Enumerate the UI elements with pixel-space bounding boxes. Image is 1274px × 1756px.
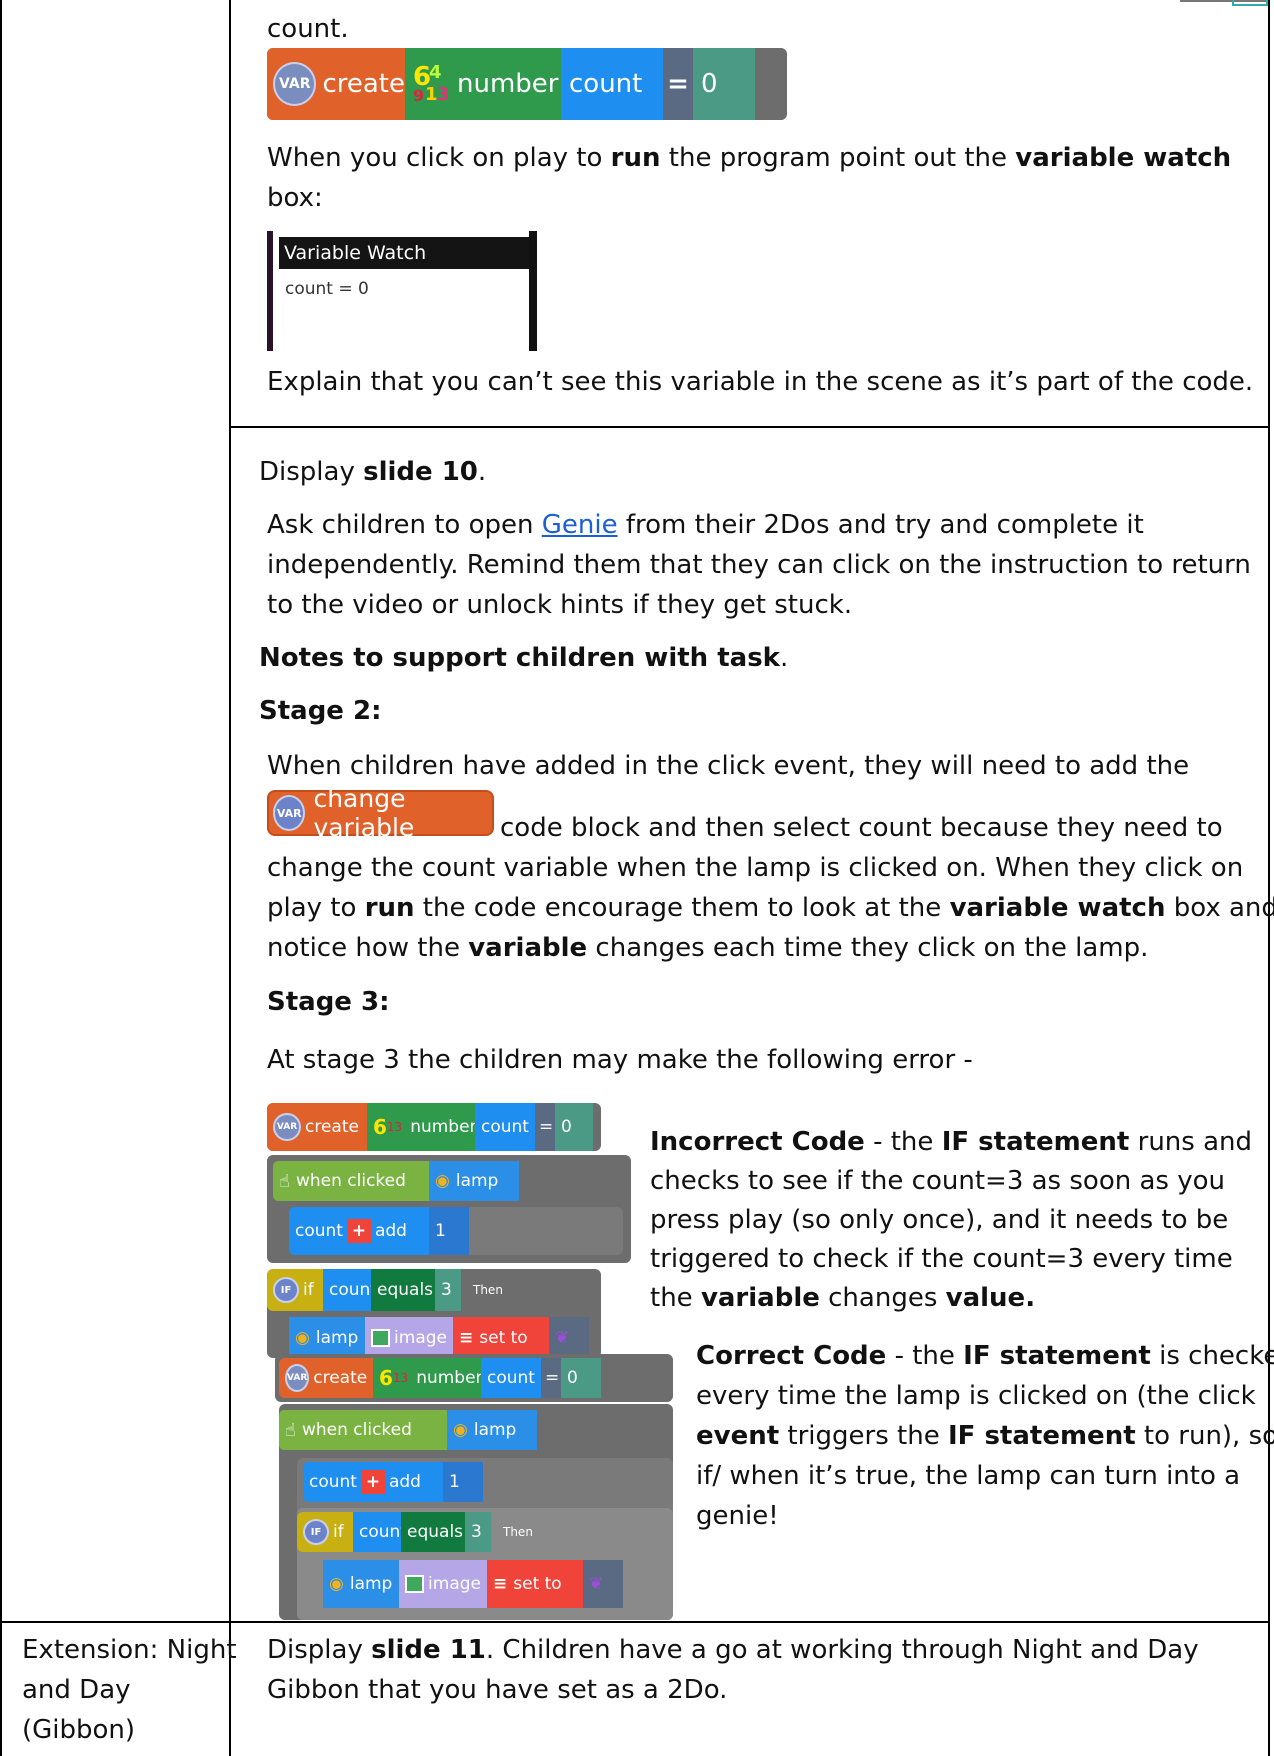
change-variable-block: VAR change variable bbox=[267, 784, 494, 842]
stage3-line1: At stage 3 the children may make the fol… bbox=[267, 1045, 973, 1075]
correct-line1: Correct Code - the IF statement is check… bbox=[696, 1341, 1274, 1371]
number-type-icon: 6 4 9 1 3 bbox=[413, 62, 450, 105]
var-badge-icon: VAR bbox=[285, 1364, 310, 1392]
incorrect-create-block: VAR create 6 13 number count = 0 bbox=[267, 1103, 601, 1151]
var-badge-icon: VAR bbox=[273, 1113, 301, 1141]
number-type-icon: 6 bbox=[379, 1366, 393, 1390]
variable-watch-row: count = 0 bbox=[285, 279, 369, 299]
ask-line1: Ask children to open Genie from their 2D… bbox=[267, 510, 1144, 540]
incorrect-line2: checks to see if the count=3 as soon as … bbox=[650, 1166, 1225, 1196]
display-slide-11-line2: Gibbon that you have set as a 2Do. bbox=[267, 1675, 728, 1705]
value-label: 0 bbox=[701, 69, 718, 99]
correct-if-block: IF if count equals 3 Then ◉ lamp image ≡… bbox=[297, 1508, 673, 1620]
add-operator-icon: + bbox=[346, 1219, 371, 1243]
var-change-icon: VAR bbox=[273, 795, 306, 831]
corner-badge bbox=[1232, 0, 1268, 6]
hand-pointer-icon: ☝ bbox=[285, 1419, 296, 1441]
incorrect-line5: the variable changes value. bbox=[650, 1283, 1036, 1313]
name-segment[interactable]: count bbox=[561, 48, 663, 120]
change-variable-label: change variable bbox=[313, 784, 415, 842]
ask-line3: to the video or unlock hints if they get… bbox=[267, 590, 853, 620]
table-column-divider bbox=[229, 0, 231, 1756]
table-right-border bbox=[1268, 0, 1270, 1756]
stage2-line3: change the count variable when the lamp … bbox=[267, 853, 1244, 883]
ask-line2: independently. Remind them that they can… bbox=[267, 550, 1251, 580]
equals-segment: = bbox=[663, 48, 693, 120]
correct-line2: every time the lamp is clicked on (the c… bbox=[696, 1381, 1256, 1411]
create-segment: VAR create bbox=[267, 48, 405, 120]
lamp-icon: ◉ bbox=[295, 1327, 310, 1348]
create-variable-block: VAR create 6 4 9 1 3 number count = 0 bbox=[267, 48, 787, 120]
correct-event-block: ☝ when clicked ◉ lamp count + add 1 IF i… bbox=[279, 1404, 673, 1620]
variable-watch-panel: Variable Watch count = 0 bbox=[267, 231, 537, 351]
intro-text: count. bbox=[267, 14, 349, 44]
lamp-icon: ◉ bbox=[435, 1171, 450, 1191]
table-left-border bbox=[0, 0, 2, 1756]
row-divider-1 bbox=[229, 426, 1270, 428]
incorrect-line4: triggered to check if the count=3 every … bbox=[650, 1244, 1233, 1274]
extension-label-line1: Extension: Night bbox=[22, 1635, 237, 1665]
number-type-icon: 6 bbox=[373, 1115, 387, 1139]
display-slide-10: Display slide 10. bbox=[259, 457, 487, 487]
number-segment: 6 4 9 1 3 number bbox=[405, 48, 561, 120]
lamp-icon: ◉ bbox=[329, 1574, 344, 1594]
extension-label-line3: (Gibbon) bbox=[22, 1715, 136, 1745]
document-page: count. VAR create 6 4 9 1 3 number count… bbox=[0, 0, 1274, 1756]
if-badge-icon: IF bbox=[303, 1519, 329, 1545]
type-label: number bbox=[457, 69, 559, 99]
lamp-icon: ◉ bbox=[453, 1420, 468, 1440]
notes-heading: Notes to support children with task. bbox=[259, 643, 789, 673]
explain-text: Explain that you can’t see this variable… bbox=[267, 367, 1254, 397]
picture-icon bbox=[405, 1575, 425, 1593]
paragraph-run-line1: When you click on play to run the progra… bbox=[267, 143, 1232, 173]
display-slide-11-line1: Display slide 11. Children have a go at … bbox=[267, 1635, 1199, 1665]
stage2-heading: Stage 2: bbox=[259, 696, 382, 726]
name-label: count bbox=[569, 69, 643, 99]
hand-pointer-icon: ☝ bbox=[279, 1170, 290, 1192]
stage3-heading: Stage 3: bbox=[267, 987, 390, 1017]
stage2-line4: play to run the code encourage them to l… bbox=[267, 893, 1274, 923]
extension-label-line2: and Day bbox=[22, 1675, 131, 1705]
paragraph-run-line2: box: bbox=[267, 183, 323, 213]
correct-create-block: VAR create 6 13 number count = 0 bbox=[275, 1354, 673, 1402]
incorrect-event-block: ☝ when clicked ◉ lamp count + add 1 bbox=[267, 1155, 631, 1263]
correct-line3: event triggers the IF statement to run),… bbox=[696, 1421, 1274, 1451]
value-segment[interactable]: 0 bbox=[693, 48, 755, 120]
incorrect-code-image: VAR create 6 13 number count = 0 ☝ when c… bbox=[267, 1103, 631, 1358]
stage2-line1: When children have added in the click ev… bbox=[267, 751, 1190, 781]
add-operator-icon: + bbox=[360, 1470, 385, 1494]
incorrect-line3: press play (so only once), and it needs … bbox=[650, 1205, 1229, 1235]
create-label: create bbox=[322, 69, 405, 99]
if-badge-icon: IF bbox=[273, 1277, 299, 1303]
picture-icon bbox=[371, 1328, 391, 1347]
correct-line5: genie! bbox=[696, 1501, 779, 1531]
var-badge-icon: VAR bbox=[273, 62, 317, 106]
genie-link[interactable]: Genie bbox=[542, 510, 618, 540]
correct-line4: if/ when it’s true, the lamp can turn in… bbox=[696, 1461, 1241, 1491]
incorrect-if-block: IF if count equals 3 Then ◉ lamp image ≡… bbox=[267, 1269, 601, 1358]
incorrect-line1: Incorrect Code - the IF statement runs a… bbox=[650, 1127, 1252, 1157]
genie-icon: ❦ bbox=[589, 1574, 604, 1594]
variable-watch-title: Variable Watch bbox=[279, 237, 529, 269]
genie-icon: ❦ bbox=[555, 1327, 570, 1348]
assign-icon: ≡ bbox=[459, 1327, 474, 1348]
correct-code-image: VAR create 6 13 number count = 0 ☝ when c… bbox=[275, 1354, 673, 1622]
stage2-line5: notice how the variable changes each tim… bbox=[267, 933, 1149, 963]
assign-icon: ≡ bbox=[493, 1574, 508, 1594]
stage2-line2: code block and then select count because… bbox=[500, 813, 1223, 843]
